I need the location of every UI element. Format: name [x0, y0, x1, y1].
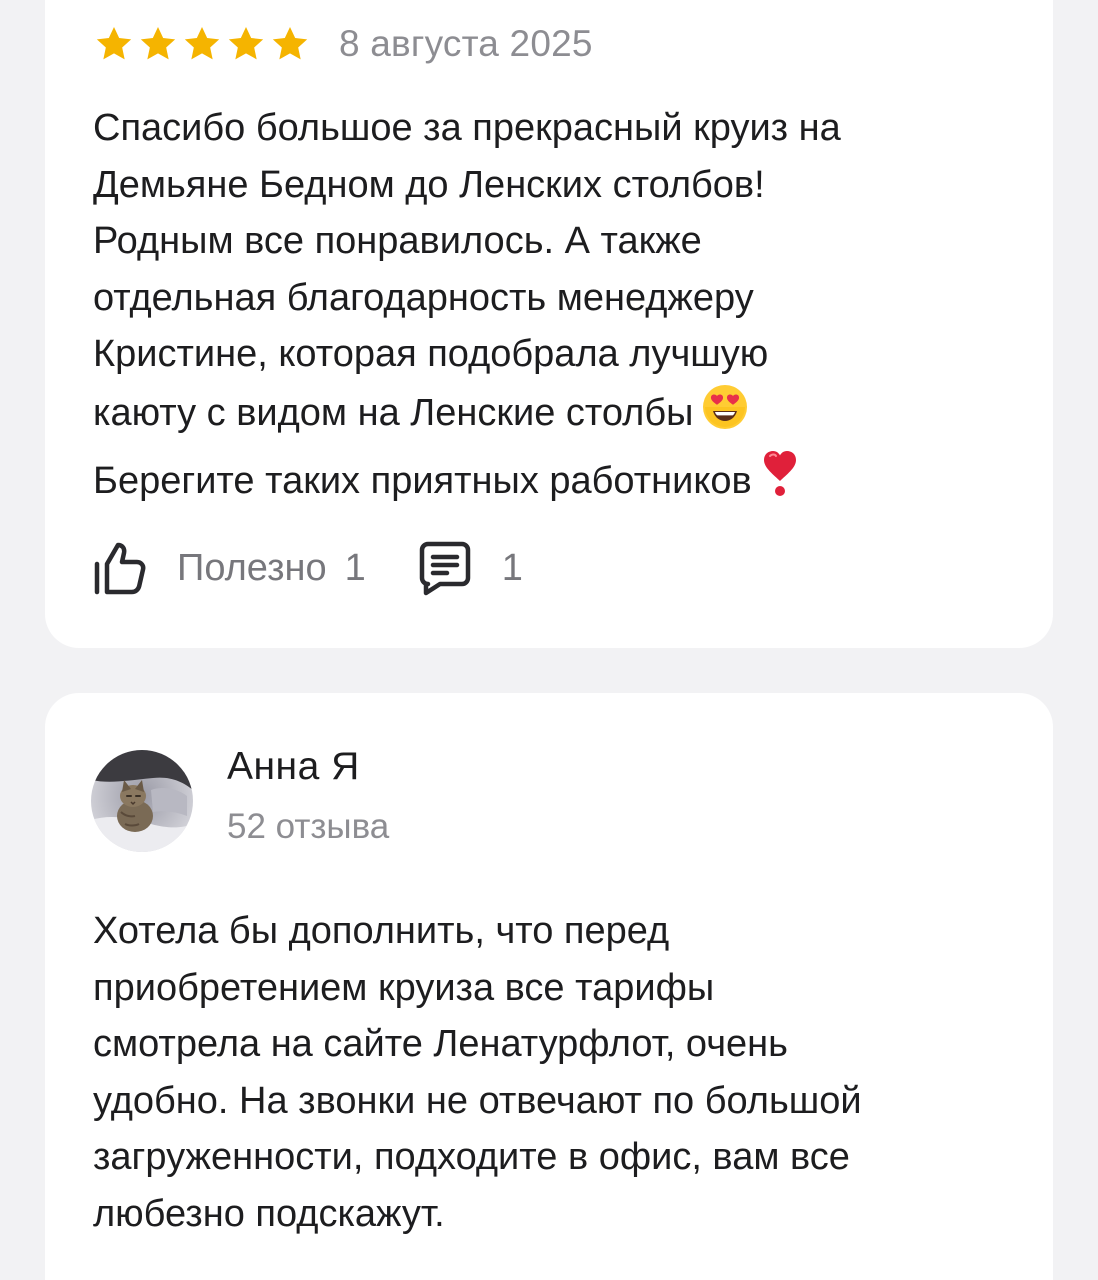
comments-count: 1 [501, 546, 523, 589]
star-icon [184, 27, 220, 60]
review-text-line: отдельная благодарность менеджеру [93, 276, 754, 319]
author-review-count: 52 отзыва [227, 807, 390, 846]
review-text-line: приобретением круиза все тарифы [93, 966, 715, 1009]
review-text-line: Берегите таких приятных работников [93, 460, 752, 502]
helpful-count: 1 [344, 546, 366, 589]
avatar[interactable] [91, 750, 193, 852]
review-actions: Полезно 1 1 [93, 538, 523, 598]
review-card: 8 августа 2025 Спасибо большое за прекра… [45, 0, 1053, 648]
reviews-page: 8 августа 2025 Спасибо большое за прекра… [0, 0, 1098, 1280]
star-rating [93, 24, 311, 64]
review-card: Анна Я 52 отзыва Хотела бы дополнить, чт… [45, 693, 1053, 1280]
review-text-line: каюту с видом на Ленские столбы [93, 391, 694, 434]
author-name[interactable]: Анна Я [227, 743, 389, 791]
comments-button[interactable]: 1 [418, 540, 523, 596]
review-text-line: Родным все понравилось. А также [93, 220, 702, 262]
author-info: Анна Я 52 отзыва [227, 743, 389, 851]
comment-icon [419, 541, 471, 596]
review-text-line: удобно. На звонки не отвечают по большой [93, 1079, 862, 1122]
rating-row: 8 августа 2025 [93, 18, 593, 70]
review-text-line: загруженности, подходите в офис, вам все [93, 1136, 850, 1178]
review-text-line: любезно подскажут. [93, 1192, 445, 1235]
star-icon [272, 27, 308, 60]
star-icon [140, 27, 176, 60]
review-text-line: Кристине, которая подобрала лучшую [93, 333, 769, 375]
review-text-line: Демьяне Бедном до Ленских столбов! [93, 163, 765, 206]
review-text-line: Хотела бы дополнить, что перед [93, 910, 670, 952]
cat-avatar-image [91, 750, 193, 852]
thumbs-up-icon [94, 542, 146, 595]
star-icon [228, 27, 264, 60]
review-text-line: смотрела на сайте Ленатурфлот, очень [93, 1023, 788, 1065]
helpful-button[interactable]: Полезно 1 [93, 540, 366, 596]
review-author[interactable]: Анна Я 52 отзыва [91, 745, 389, 852]
review-text-line: Спасибо большое за прекрасный круиз на [93, 107, 841, 149]
helpful-label: Полезно [177, 546, 327, 589]
heart-exclamation-emoji-icon [760, 447, 800, 516]
review-text: Спасибо большое за прекрасный круиз на Д… [93, 100, 1013, 516]
review-text: Хотела бы дополнить, что перед приобрете… [93, 903, 1013, 1242]
star-icon [96, 27, 132, 60]
heart-eyes-emoji-icon [701, 383, 749, 448]
review-date: 8 августа 2025 [339, 23, 593, 64]
